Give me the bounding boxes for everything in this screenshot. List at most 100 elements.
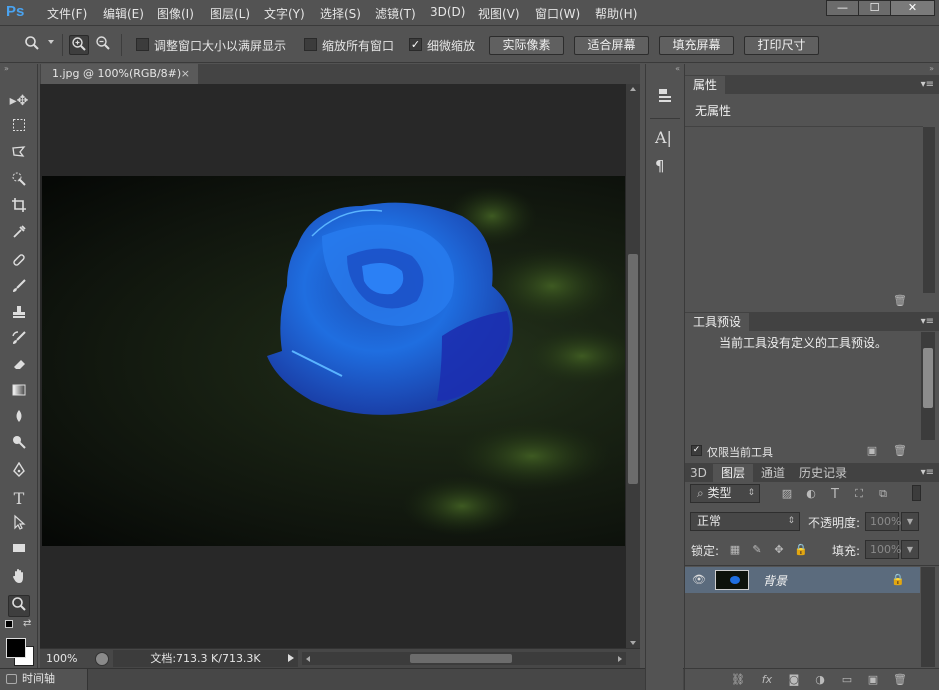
toolbox-collapse-icon[interactable]: » xyxy=(4,64,34,73)
blur-tool-icon[interactable] xyxy=(8,408,30,430)
menu-3d[interactable]: 3D(D) xyxy=(430,5,465,21)
menu-view[interactable]: 视图(V) xyxy=(478,5,520,21)
rectangle-tool-icon[interactable] xyxy=(8,540,30,562)
menu-select[interactable]: 选择(S) xyxy=(320,5,361,21)
layer-style-icon[interactable]: fx xyxy=(759,673,775,687)
menu-file[interactable]: 文件(F) xyxy=(47,5,87,21)
scrubby-zoom-checkbox[interactable]: ✓ xyxy=(409,38,422,51)
minimize-button[interactable]: — xyxy=(826,0,859,16)
zoom-all-windows-checkbox[interactable] xyxy=(304,38,317,51)
tab-history[interactable]: 历史记录 xyxy=(791,464,856,482)
zoom-tool-preset-icon[interactable] xyxy=(22,35,42,55)
fit-screen-button[interactable]: 适合屏幕 xyxy=(574,36,649,55)
current-tool-only-checkbox[interactable]: ✓ xyxy=(691,445,702,456)
scroll-left-arrow-icon[interactable] xyxy=(306,656,310,662)
properties-panel-icon[interactable] xyxy=(655,86,675,108)
fill-input[interactable]: 100% xyxy=(865,540,901,559)
clone-stamp-tool-icon[interactable] xyxy=(8,304,30,326)
history-brush-tool-icon[interactable] xyxy=(8,330,30,352)
paragraph-panel-icon[interactable]: ¶ xyxy=(655,156,675,176)
tool-presets-tab[interactable]: 工具预设 xyxy=(685,313,750,331)
menu-help[interactable]: 帮助(H) xyxy=(595,5,637,21)
status-info-icon[interactable] xyxy=(95,652,109,666)
lock-all-icon[interactable]: 🔒 xyxy=(794,543,808,557)
properties-scrollbar[interactable] xyxy=(923,127,935,293)
vertical-scroll-thumb[interactable] xyxy=(628,254,638,484)
properties-tab[interactable]: 属性 xyxy=(685,76,726,94)
maximize-button[interactable]: ☐ xyxy=(858,0,891,16)
default-colors-icon[interactable] xyxy=(5,620,13,628)
menu-type[interactable]: 文字(Y) xyxy=(264,5,305,21)
lock-transparent-icon[interactable]: ▦ xyxy=(728,543,742,557)
menu-filter[interactable]: 滤镜(T) xyxy=(375,5,416,21)
menu-window[interactable]: 窗口(W) xyxy=(535,5,580,21)
fill-screen-button[interactable]: 填充屏幕 xyxy=(659,36,734,55)
scroll-right-arrow-icon[interactable] xyxy=(618,656,622,662)
new-group-icon[interactable]: ▭ xyxy=(840,673,854,687)
path-selection-tool-icon[interactable] xyxy=(8,514,30,536)
tab-channels[interactable]: 通道 xyxy=(753,464,794,482)
menu-layer[interactable]: 图层(L) xyxy=(210,5,250,21)
opacity-dropdown-icon[interactable]: ▼ xyxy=(901,512,919,531)
dock-collapse-icon[interactable]: » xyxy=(685,64,939,74)
layer-visibility-eye-icon[interactable]: 👁 xyxy=(692,574,706,586)
filter-toggle[interactable] xyxy=(912,485,921,501)
status-menu-arrow-icon[interactable] xyxy=(288,654,294,662)
tool-presets-menu-icon[interactable]: ▾≡ xyxy=(921,316,934,327)
layers-panel-menu-icon[interactable]: ▾≡ xyxy=(921,467,934,478)
layer-name[interactable]: 背景 xyxy=(763,572,787,589)
scroll-down-arrow-icon[interactable] xyxy=(630,641,636,645)
lock-image-icon[interactable]: ✎ xyxy=(750,543,764,557)
brush-tool-icon[interactable] xyxy=(8,278,30,300)
lock-position-icon[interactable]: ✥ xyxy=(772,543,786,557)
collapse-strip-icon[interactable]: « xyxy=(646,64,683,73)
type-tool-icon[interactable]: T xyxy=(8,488,30,510)
tool-presets-scroll-thumb[interactable] xyxy=(923,348,933,408)
horizontal-scrollbar[interactable] xyxy=(302,652,626,665)
close-window-button[interactable]: ✕ xyxy=(890,0,935,16)
menu-image[interactable]: 图像(I) xyxy=(157,5,194,21)
delete-layer-icon[interactable]: 🗑 xyxy=(893,673,907,687)
layer-filter-select[interactable]: ⌕ 类型 ⇕ xyxy=(690,484,760,503)
tab-layers[interactable]: 图层 xyxy=(713,464,754,482)
layer-row[interactable]: 👁 背景 🔒 xyxy=(685,567,920,593)
eyedropper-tool-icon[interactable] xyxy=(8,224,30,246)
blend-mode-select[interactable]: 正常 ⇕ xyxy=(690,512,800,531)
quick-selection-tool-icon[interactable] xyxy=(8,171,30,193)
tab-3d[interactable]: 3D xyxy=(685,464,712,482)
gradient-tool-icon[interactable] xyxy=(8,382,30,404)
properties-panel-menu-icon[interactable]: ▾≡ xyxy=(921,79,934,90)
zoom-tool-icon[interactable] xyxy=(8,595,30,617)
tool-presets-scrollbar[interactable] xyxy=(921,332,935,440)
document-tab[interactable]: 1.jpg @ 100%(RGB/8#) × xyxy=(41,64,198,84)
filter-shape-icon[interactable]: ⛶ xyxy=(852,487,866,501)
fill-dropdown-icon[interactable]: ▼ xyxy=(901,540,919,559)
menu-edit[interactable]: 编辑(E) xyxy=(103,5,144,21)
character-panel-icon[interactable]: A| xyxy=(655,128,675,148)
lasso-tool-icon[interactable] xyxy=(8,144,30,166)
move-tool-icon[interactable]: ▸✥ xyxy=(8,90,30,112)
eraser-tool-icon[interactable] xyxy=(8,356,30,378)
filter-adjustment-icon[interactable]: ◐ xyxy=(804,487,818,501)
resize-windows-checkbox[interactable] xyxy=(136,38,149,51)
horizontal-scroll-thumb[interactable] xyxy=(410,654,512,663)
close-document-icon[interactable]: × xyxy=(181,64,190,84)
foreground-color-swatch[interactable] xyxy=(6,638,26,658)
zoom-in-icon[interactable] xyxy=(69,35,89,55)
hand-tool-icon[interactable] xyxy=(8,568,30,590)
filter-type-icon[interactable]: T xyxy=(828,487,842,502)
healing-brush-tool-icon[interactable] xyxy=(8,252,30,274)
crop-tool-icon[interactable] xyxy=(8,197,30,219)
zoom-out-icon[interactable] xyxy=(93,35,113,55)
preset-dropdown-arrow-icon[interactable] xyxy=(48,40,54,44)
layers-scrollbar[interactable] xyxy=(921,567,935,667)
adjustment-layer-icon[interactable]: ◑ xyxy=(813,673,827,687)
swap-colors-icon[interactable]: ⇄ xyxy=(23,619,31,629)
zoom-level[interactable]: 100% xyxy=(46,652,90,666)
marquee-tool-icon[interactable] xyxy=(8,117,30,139)
delete-preset-icon[interactable]: 🗑 xyxy=(893,444,907,458)
new-preset-icon[interactable]: ▣ xyxy=(865,444,879,458)
document-image[interactable] xyxy=(42,176,625,546)
pen-tool-icon[interactable] xyxy=(8,461,30,484)
dodge-tool-icon[interactable] xyxy=(8,434,30,456)
